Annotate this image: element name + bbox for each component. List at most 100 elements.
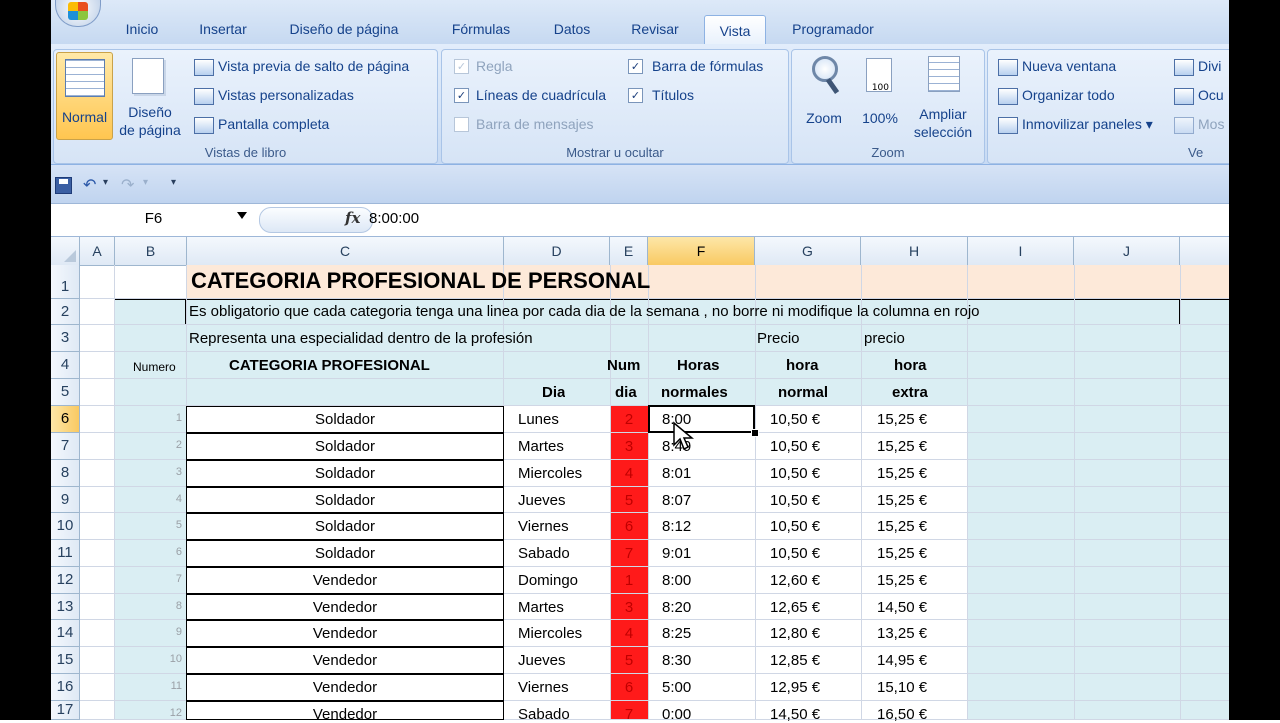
cell-precio-extra[interactable]: 15,25 €: [877, 572, 927, 589]
row-header-4[interactable]: 4: [51, 352, 80, 379]
row-header-3[interactable]: 3: [51, 325, 80, 352]
categoria-header[interactable]: CATEGORIA PROFESIONAL: [229, 357, 430, 374]
formula-input[interactable]: 8:00:00: [369, 204, 419, 234]
cell-horas[interactable]: 5:00: [662, 679, 691, 696]
cell-num-dia[interactable]: 2: [610, 411, 648, 428]
numero-header[interactable]: Numero: [133, 360, 176, 374]
dia-e-header[interactable]: dia: [615, 384, 637, 401]
cell-categoria[interactable]: Vendedor: [186, 706, 504, 723]
cell-numero[interactable]: 4: [114, 493, 182, 505]
tab-revisar[interactable]: Revisar: [623, 14, 687, 44]
cell-dia[interactable]: Lunes: [518, 411, 559, 428]
cell-horas[interactable]: 8:00: [662, 572, 691, 589]
row-header-9[interactable]: 9: [51, 487, 80, 513]
col-header-g[interactable]: G: [755, 237, 861, 265]
cell-horas[interactable]: 8:12: [662, 518, 691, 535]
tab-insertar[interactable]: Insertar: [189, 14, 257, 44]
cell-precio-normal[interactable]: 10,50 €: [770, 438, 820, 455]
cell-horas[interactable]: 8:01: [662, 465, 691, 482]
formulas-checkbox[interactable]: ✓: [628, 59, 643, 74]
cell-horas[interactable]: 0:00: [662, 706, 691, 723]
sheet-title[interactable]: CATEGORIA PROFESIONAL DE PERSONAL: [191, 268, 650, 294]
cell-numero[interactable]: 3: [114, 466, 182, 478]
cell-precio-normal[interactable]: 10,50 €: [770, 545, 820, 562]
cell-categoria[interactable]: Vendedor: [186, 625, 504, 642]
page-break-preview-button[interactable]: Vista previa de salto de página: [218, 58, 409, 74]
row-header-1[interactable]: 1: [51, 265, 80, 299]
col-header-f[interactable]: F: [648, 237, 755, 265]
cell-horas[interactable]: 8:07: [662, 492, 691, 509]
cell-numero[interactable]: 7: [114, 573, 182, 585]
cell-numero[interactable]: 10: [114, 653, 182, 665]
tab-programador[interactable]: Programador: [781, 14, 885, 44]
row-header-10[interactable]: 10: [51, 513, 80, 540]
cell-num-dia[interactable]: 4: [610, 625, 648, 642]
cell-categoria[interactable]: Soldador: [186, 545, 504, 562]
cell-precio-extra[interactable]: 15,25 €: [877, 438, 927, 455]
titulos-checkbox[interactable]: ✓: [628, 88, 643, 103]
col-header-i[interactable]: I: [968, 237, 1074, 265]
cell-precio-extra[interactable]: 15,25 €: [877, 518, 927, 535]
col-header-j[interactable]: J: [1074, 237, 1180, 265]
cell-precio-extra[interactable]: 15,25 €: [877, 545, 927, 562]
arrange-all-button[interactable]: Organizar todo: [1022, 87, 1115, 103]
undo-icon[interactable]: ↶: [83, 175, 96, 194]
col-header-e[interactable]: E: [610, 237, 648, 265]
cell-num-dia[interactable]: 4: [610, 465, 648, 482]
undo-dropdown-icon[interactable]: ▾: [103, 177, 108, 188]
cell-num-dia[interactable]: 6: [610, 518, 648, 535]
cell-categoria[interactable]: Soldador: [186, 438, 504, 455]
cell-categoria[interactable]: Vendedor: [186, 679, 504, 696]
row-header-6[interactable]: 6: [51, 406, 80, 433]
cell-precio-normal[interactable]: 10,50 €: [770, 411, 820, 428]
cell-num-dia[interactable]: 3: [610, 438, 648, 455]
cell-dia[interactable]: Martes: [518, 438, 564, 455]
cell-categoria[interactable]: Soldador: [186, 465, 504, 482]
cell-horas[interactable]: 8:30: [662, 652, 691, 669]
cell-dia[interactable]: Domingo: [518, 572, 578, 589]
name-box[interactable]: F6: [51, 207, 256, 231]
cell-dia[interactable]: Viernes: [518, 679, 569, 696]
cell-precio-extra[interactable]: 14,50 €: [877, 599, 927, 616]
cell-categoria[interactable]: Soldador: [186, 518, 504, 535]
extra-header[interactable]: extra: [892, 384, 928, 401]
cell-precio-extra[interactable]: 13,25 €: [877, 625, 927, 642]
row-header-14[interactable]: 14: [51, 620, 80, 647]
normal-header[interactable]: normal: [778, 384, 828, 401]
tab-diseno[interactable]: Diseño de página: [281, 14, 407, 44]
row-header-13[interactable]: 13: [51, 594, 80, 620]
fill-handle[interactable]: [751, 429, 759, 437]
cell-num-dia[interactable]: 7: [610, 545, 648, 562]
lineas-checkbox[interactable]: ✓: [454, 88, 469, 103]
custom-views-button[interactable]: Vistas personalizadas: [218, 87, 354, 103]
col-header-b[interactable]: B: [115, 237, 187, 265]
cell-numero[interactable]: 8: [114, 600, 182, 612]
save-icon[interactable]: [55, 177, 72, 194]
cell-precio-normal[interactable]: 12,85 €: [770, 652, 820, 669]
tab-vista[interactable]: Vista: [704, 15, 766, 45]
row-header-8[interactable]: 8: [51, 460, 80, 487]
zoom-selection-button[interactable]: Ampliar selección: [906, 52, 980, 140]
unhide-button[interactable]: Mos: [1198, 116, 1224, 132]
tab-datos[interactable]: Datos: [543, 14, 601, 44]
regla-checkbox[interactable]: ✓: [454, 59, 469, 74]
cell-horas[interactable]: 8:25: [662, 625, 691, 642]
cell-num-dia[interactable]: 1: [610, 572, 648, 589]
cell-precio-normal[interactable]: 14,50 €: [770, 706, 820, 723]
row-header-16[interactable]: 16: [51, 674, 80, 701]
cell-precio-extra[interactable]: 15,25 €: [877, 411, 927, 428]
col-header-h[interactable]: H: [861, 237, 968, 265]
cell-numero[interactable]: 9: [114, 626, 182, 638]
cell-precio-extra[interactable]: 14,95 €: [877, 652, 927, 669]
hora-g-header[interactable]: hora: [786, 357, 819, 374]
cell-categoria[interactable]: Vendedor: [186, 599, 504, 616]
zoom-100-button[interactable]: 100 100%: [856, 52, 904, 132]
cell-dia[interactable]: Sabado: [518, 545, 570, 562]
hide-button[interactable]: Ocu: [1198, 87, 1224, 103]
cell-num-dia[interactable]: 5: [610, 652, 648, 669]
cell-dia[interactable]: Viernes: [518, 518, 569, 535]
mensajes-checkbox[interactable]: [454, 117, 469, 132]
full-screen-button[interactable]: Pantalla completa: [218, 116, 329, 132]
row-header-12[interactable]: 12: [51, 567, 80, 594]
cell-dia[interactable]: Martes: [518, 599, 564, 616]
